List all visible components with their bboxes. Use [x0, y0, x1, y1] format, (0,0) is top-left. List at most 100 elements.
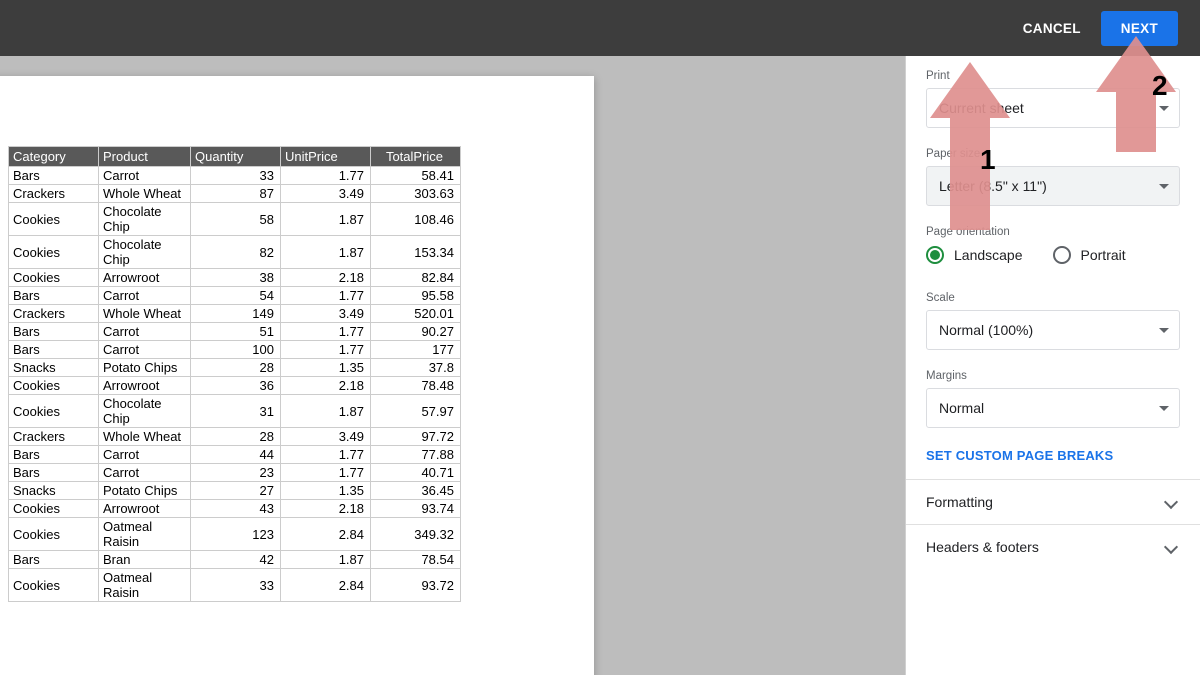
- table-header: UnitPrice: [281, 147, 371, 167]
- table-cell: Bars: [9, 287, 99, 305]
- table-cell: Potato Chips: [99, 482, 191, 500]
- orientation-landscape-radio[interactable]: Landscape: [926, 246, 1023, 264]
- orientation-portrait-radio[interactable]: Portrait: [1053, 246, 1126, 264]
- table-cell: 28: [191, 428, 281, 446]
- table-cell: 37.8: [371, 359, 461, 377]
- table-row: CookiesChocolate Chip311.8757.97: [9, 395, 461, 428]
- table-row: SnacksPotato Chips281.3537.8: [9, 359, 461, 377]
- scale-value: Normal (100%): [939, 322, 1033, 338]
- table-row: CookiesChocolate Chip581.87108.46: [9, 203, 461, 236]
- table-header: Category: [9, 147, 99, 167]
- table-cell: 95.58: [371, 287, 461, 305]
- margins-label: Margins: [926, 370, 1180, 382]
- table-cell: Bars: [9, 341, 99, 359]
- formatting-section[interactable]: Formatting: [906, 479, 1200, 524]
- chevron-down-icon: [1164, 540, 1178, 554]
- table-cell: 177: [371, 341, 461, 359]
- table-cell: 1.77: [281, 446, 371, 464]
- table-cell: 520.01: [371, 305, 461, 323]
- table-cell: Whole Wheat: [99, 185, 191, 203]
- cancel-button[interactable]: CANCEL: [1023, 21, 1081, 36]
- table-cell: 36: [191, 377, 281, 395]
- table-cell: Whole Wheat: [99, 428, 191, 446]
- table-cell: 123: [191, 518, 281, 551]
- paper-size-label: Paper size: [926, 148, 1180, 160]
- table-cell: Cookies: [9, 203, 99, 236]
- next-button[interactable]: NEXT: [1101, 11, 1178, 46]
- table-cell: 51: [191, 323, 281, 341]
- table-cell: Cookies: [9, 236, 99, 269]
- print-label: Print: [926, 70, 1180, 82]
- print-preview-area: CategoryProductQuantityUnitPriceTotalPri…: [0, 56, 905, 675]
- print-select[interactable]: Current sheet: [926, 88, 1180, 128]
- table-cell: 93.74: [371, 500, 461, 518]
- table-cell: 1.87: [281, 395, 371, 428]
- table-cell: 54: [191, 287, 281, 305]
- table-row: BarsCarrot511.7790.27: [9, 323, 461, 341]
- table-cell: 2.18: [281, 377, 371, 395]
- table-cell: 57.97: [371, 395, 461, 428]
- table-cell: Carrot: [99, 446, 191, 464]
- table-cell: Cookies: [9, 269, 99, 287]
- chevron-down-icon: [1159, 184, 1169, 189]
- table-cell: Carrot: [99, 341, 191, 359]
- table-row: CookiesArrowroot432.1893.74: [9, 500, 461, 518]
- data-table: CategoryProductQuantityUnitPriceTotalPri…: [8, 146, 461, 602]
- table-cell: 2.18: [281, 500, 371, 518]
- table-cell: 1.77: [281, 323, 371, 341]
- table-cell: Bars: [9, 464, 99, 482]
- table-cell: Carrot: [99, 167, 191, 185]
- table-cell: 36.45: [371, 482, 461, 500]
- set-custom-page-breaks-link[interactable]: SET CUSTOM PAGE BREAKS: [906, 434, 1200, 479]
- table-row: CrackersWhole Wheat873.49303.63: [9, 185, 461, 203]
- table-cell: 44: [191, 446, 281, 464]
- orientation-label: Page orientation: [926, 226, 1180, 238]
- table-cell: 2.84: [281, 569, 371, 602]
- table-row: CookiesArrowroot382.1882.84: [9, 269, 461, 287]
- table-row: BarsCarrot231.7740.71: [9, 464, 461, 482]
- print-select-value: Current sheet: [939, 100, 1024, 116]
- table-cell: 31: [191, 395, 281, 428]
- table-cell: Snacks: [9, 359, 99, 377]
- scale-select[interactable]: Normal (100%): [926, 310, 1180, 350]
- headers-footers-section[interactable]: Headers & footers: [906, 524, 1200, 569]
- margins-select[interactable]: Normal: [926, 388, 1180, 428]
- orientation-portrait-text: Portrait: [1081, 247, 1126, 263]
- table-cell: 153.34: [371, 236, 461, 269]
- table-row: CookiesChocolate Chip821.87153.34: [9, 236, 461, 269]
- table-cell: 3.49: [281, 185, 371, 203]
- top-bar: CANCEL NEXT: [0, 0, 1200, 56]
- table-cell: 1.77: [281, 341, 371, 359]
- formatting-label: Formatting: [926, 494, 993, 510]
- paper-size-select[interactable]: Letter (8.5" x 11"): [926, 166, 1180, 206]
- table-row: CookiesOatmeal Raisin1232.84349.32: [9, 518, 461, 551]
- table-row: BarsCarrot1001.77177: [9, 341, 461, 359]
- table-cell: Arrowroot: [99, 377, 191, 395]
- chevron-down-icon: [1159, 106, 1169, 111]
- table-cell: 28: [191, 359, 281, 377]
- table-cell: 82.84: [371, 269, 461, 287]
- table-cell: 1.77: [281, 287, 371, 305]
- preview-page: CategoryProductQuantityUnitPriceTotalPri…: [0, 76, 594, 675]
- table-cell: Chocolate Chip: [99, 203, 191, 236]
- table-cell: Bars: [9, 446, 99, 464]
- table-cell: 87: [191, 185, 281, 203]
- chevron-down-icon: [1159, 406, 1169, 411]
- table-cell: 349.32: [371, 518, 461, 551]
- table-cell: 82: [191, 236, 281, 269]
- table-cell: Arrowroot: [99, 269, 191, 287]
- table-row: BarsCarrot541.7795.58: [9, 287, 461, 305]
- table-cell: 1.77: [281, 167, 371, 185]
- scale-label: Scale: [926, 292, 1180, 304]
- table-cell: Oatmeal Raisin: [99, 569, 191, 602]
- table-cell: 1.87: [281, 203, 371, 236]
- table-cell: 93.72: [371, 569, 461, 602]
- table-cell: Snacks: [9, 482, 99, 500]
- table-cell: Bars: [9, 551, 99, 569]
- table-cell: 100: [191, 341, 281, 359]
- table-cell: Crackers: [9, 428, 99, 446]
- table-cell: 27: [191, 482, 281, 500]
- table-row: BarsCarrot441.7777.88: [9, 446, 461, 464]
- table-cell: Chocolate Chip: [99, 395, 191, 428]
- table-cell: Cookies: [9, 518, 99, 551]
